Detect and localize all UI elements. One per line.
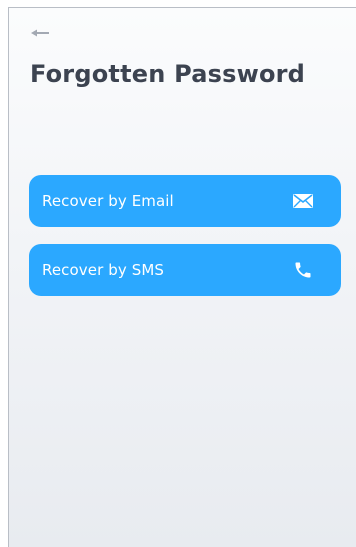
- recover-by-email-label: Recover by Email: [42, 192, 174, 210]
- forgot-password-screen: Forgotten Password Recover by Email Reco…: [8, 7, 356, 547]
- arrow-left-icon: [31, 29, 49, 37]
- phone-icon: [291, 258, 315, 282]
- recover-by-email-button[interactable]: Recover by Email: [29, 175, 341, 227]
- recover-by-sms-button[interactable]: Recover by SMS: [29, 244, 341, 296]
- envelope-icon: [291, 189, 315, 213]
- page-title: Forgotten Password: [30, 60, 306, 88]
- recover-by-sms-label: Recover by SMS: [42, 261, 164, 279]
- back-button[interactable]: [30, 25, 52, 39]
